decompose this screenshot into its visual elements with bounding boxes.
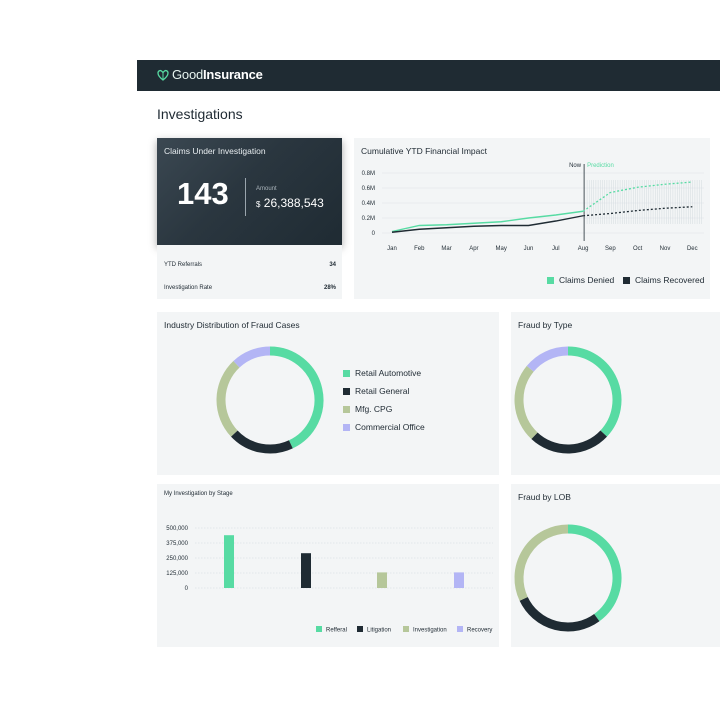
- investigation-stage-card[interactable]: My Investigation by Stage 500,000 375,000…: [157, 484, 499, 647]
- x-tick-label: Oct: [633, 246, 643, 252]
- legend-claims-denied[interactable]: Claims Denied: [547, 275, 614, 285]
- legend-swatch: [343, 370, 350, 377]
- brand-logo[interactable]: GoodInsurance: [157, 67, 263, 82]
- legend-swatch: [316, 626, 322, 632]
- stat-investigation-rate: Investigation Rate 28%: [164, 285, 336, 291]
- x-tick-label: Jun: [524, 246, 534, 252]
- y-tick-label: 0: [372, 231, 376, 237]
- stat-label: Investigation Rate: [164, 285, 213, 291]
- x-tick-label: Jan: [387, 246, 397, 252]
- legend-swatch: [343, 388, 350, 395]
- x-tick-label: Apr: [469, 246, 478, 252]
- bar: [224, 535, 234, 588]
- legend-swatch: [343, 424, 350, 431]
- donut-slice: [514, 365, 538, 439]
- stat-value: 28%: [323, 285, 336, 291]
- industry-distribution-card[interactable]: Industry Distribution of Fraud Cases Ret…: [157, 312, 499, 475]
- legend-label: Litigation: [367, 628, 391, 634]
- legend-label: Commercial Office: [355, 422, 425, 432]
- donut-slice: [526, 346, 569, 372]
- claims-card-title: Claims Under Investigation: [164, 146, 266, 156]
- donut-slice: [531, 430, 607, 454]
- donut-slice: [233, 346, 271, 368]
- claims-divider: [245, 178, 246, 216]
- stat-label: YTD Referrals: [164, 262, 203, 268]
- x-tick-label: May: [496, 246, 507, 252]
- legend-label: Retail Automotive: [355, 368, 421, 378]
- y-tick-label: 250,000: [166, 556, 188, 562]
- y-tick-label: 0.4M: [362, 201, 375, 207]
- legend-label: Retail General: [355, 386, 409, 396]
- x-tick-label: Mar: [441, 246, 451, 252]
- now-marker-label: Now: [569, 163, 582, 169]
- legend-label: Recovery: [467, 628, 492, 634]
- donut-slice: [231, 430, 293, 454]
- legend-label: Mfg. CPG: [355, 404, 392, 414]
- x-tick-label: Nov: [660, 246, 671, 252]
- x-tick-label: Dec: [687, 246, 698, 252]
- page-title: Investigations: [157, 106, 243, 122]
- brand-name: GoodInsurance: [172, 67, 263, 82]
- fraud-type-donut-chart: StoAuArsMe: [514, 346, 622, 454]
- stage-bar-chart: 500,000 375,000 250,000 125,000 0 Refferal Lit…: [166, 526, 493, 634]
- x-tick-label: Sep: [605, 246, 616, 252]
- stat-value: 34: [329, 262, 336, 268]
- y-tick-label: 0.8M: [362, 171, 375, 177]
- x-tick-label: Jul: [552, 246, 560, 252]
- x-tick-label: Aug: [578, 246, 589, 252]
- legend-swatch: [623, 276, 630, 284]
- legend-label: Claims Denied: [559, 275, 615, 285]
- y-tick-label: 0.6M: [362, 186, 375, 192]
- bar: [454, 572, 464, 588]
- legend-label: Investigation: [413, 628, 447, 634]
- top-bar: GoodInsurance: [137, 60, 720, 91]
- y-tick-label: 125,000: [166, 571, 188, 577]
- donut-slice: [269, 346, 324, 449]
- y-tick-label: 500,000: [166, 526, 188, 532]
- amount-label: Amount: [256, 186, 277, 192]
- legend-swatch: [457, 626, 463, 632]
- shield-heart-icon: [157, 69, 169, 81]
- bar: [377, 572, 387, 588]
- donut-slice: [567, 346, 622, 437]
- bar: [301, 553, 311, 588]
- fraud-lob-donut-chart: AutWCProj: [514, 524, 622, 632]
- amount-value: $ 26,388,543: [256, 196, 324, 210]
- legend-swatch: [547, 276, 554, 284]
- claims-summary-card[interactable]: Claims Under Investigation 143 Amount $ …: [157, 138, 342, 245]
- prediction-marker-label: Prediction: [587, 163, 614, 169]
- legend-swatch: [357, 626, 363, 632]
- stat-ytd-referrals: YTD Referrals 34: [164, 262, 336, 268]
- claims-stats: YTD Referrals 34 Investigation Rate 28%: [157, 245, 342, 299]
- fraud-by-type-card[interactable]: Fraud by Type StoAuArsMe: [511, 312, 720, 475]
- donut-slice: [514, 524, 569, 601]
- industry-donut-chart: Retail Automotive Retail General Mfg. CPG C…: [216, 346, 425, 454]
- donut-slice: [216, 361, 240, 437]
- donut-slice: [567, 524, 622, 622]
- legend-claims-recovered[interactable]: Claims Recovered: [623, 275, 704, 285]
- legend-swatch: [403, 626, 409, 632]
- legend-label: Refferal: [326, 628, 347, 634]
- app-window: GoodInsurance Investigations Claims Unde…: [137, 60, 720, 660]
- y-tick-label: 0.2M: [362, 216, 375, 222]
- fraud-by-lob-card[interactable]: Fraud by LOB AutWCProj: [511, 484, 720, 647]
- x-tick-label: Feb: [414, 246, 425, 252]
- donut-slice: [519, 596, 600, 632]
- financial-impact-card[interactable]: Cumulative YTD Financial Impact 0.8M 0.6M…: [354, 138, 710, 299]
- y-tick-label: 375,000: [166, 541, 188, 547]
- y-tick-label: 0: [185, 586, 189, 592]
- legend-swatch: [343, 406, 350, 413]
- legend-label: Claims Recovered: [635, 275, 705, 285]
- claims-count: 143: [177, 176, 229, 211]
